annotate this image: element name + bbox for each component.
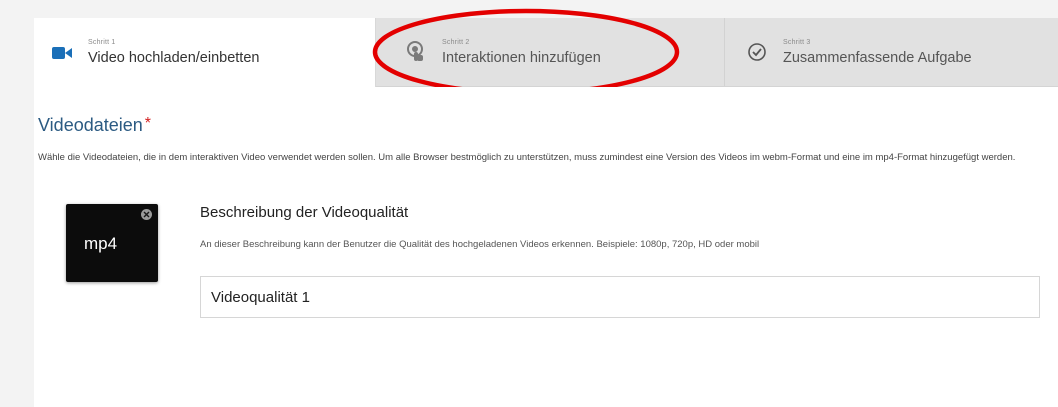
tab-step-1[interactable]: Schritt 1 Video hochladen/einbetten: [34, 18, 376, 87]
video-file-thumbnail[interactable]: mp4: [66, 204, 158, 282]
tab-step-3[interactable]: Schritt 3 Zusammenfassende Aufgabe: [724, 18, 1058, 86]
step-tabs: Schritt 1 Video hochladen/einbetten Schr…: [34, 18, 1058, 87]
tab-step-1-number: Schritt 1: [88, 39, 116, 46]
editor-content: Videodateien * Wähle die Videodateien, di…: [34, 87, 1058, 407]
tab-step-2[interactable]: Schritt 2 Interaktionen hinzufügen: [376, 18, 724, 86]
quality-heading: Beschreibung der Videoqualität: [200, 204, 409, 221]
tab-step-3-number: Schritt 3: [783, 38, 811, 46]
editor-frame: Schritt 1 Video hochladen/einbetten Schr…: [0, 0, 1058, 407]
tab-step-2-label: Interaktionen hinzufügen: [442, 49, 601, 66]
required-marker: *: [144, 115, 151, 132]
videofiles-description: Wähle die Videodateien, die in dem inter…: [38, 152, 1016, 163]
tab-step-3-label: Zusammenfassende Aufgabe: [783, 49, 972, 66]
file-format-label: mp4: [84, 234, 118, 253]
remove-file-icon[interactable]: [141, 209, 152, 220]
video-camera-icon: [52, 43, 72, 63]
check-circle-icon: [747, 42, 767, 62]
videofiles-heading: Videodateien *: [38, 115, 151, 136]
tab-step-2-number: Schritt 2: [442, 38, 470, 46]
pointer-hand-icon: [406, 41, 426, 62]
tab-step-1-label: Video hochladen/einbetten: [88, 50, 260, 66]
quality-input[interactable]: [200, 276, 1040, 318]
quality-description: An dieser Beschreibung kann der Benutzer…: [200, 239, 760, 250]
videofiles-title: Videodateien: [38, 115, 143, 135]
